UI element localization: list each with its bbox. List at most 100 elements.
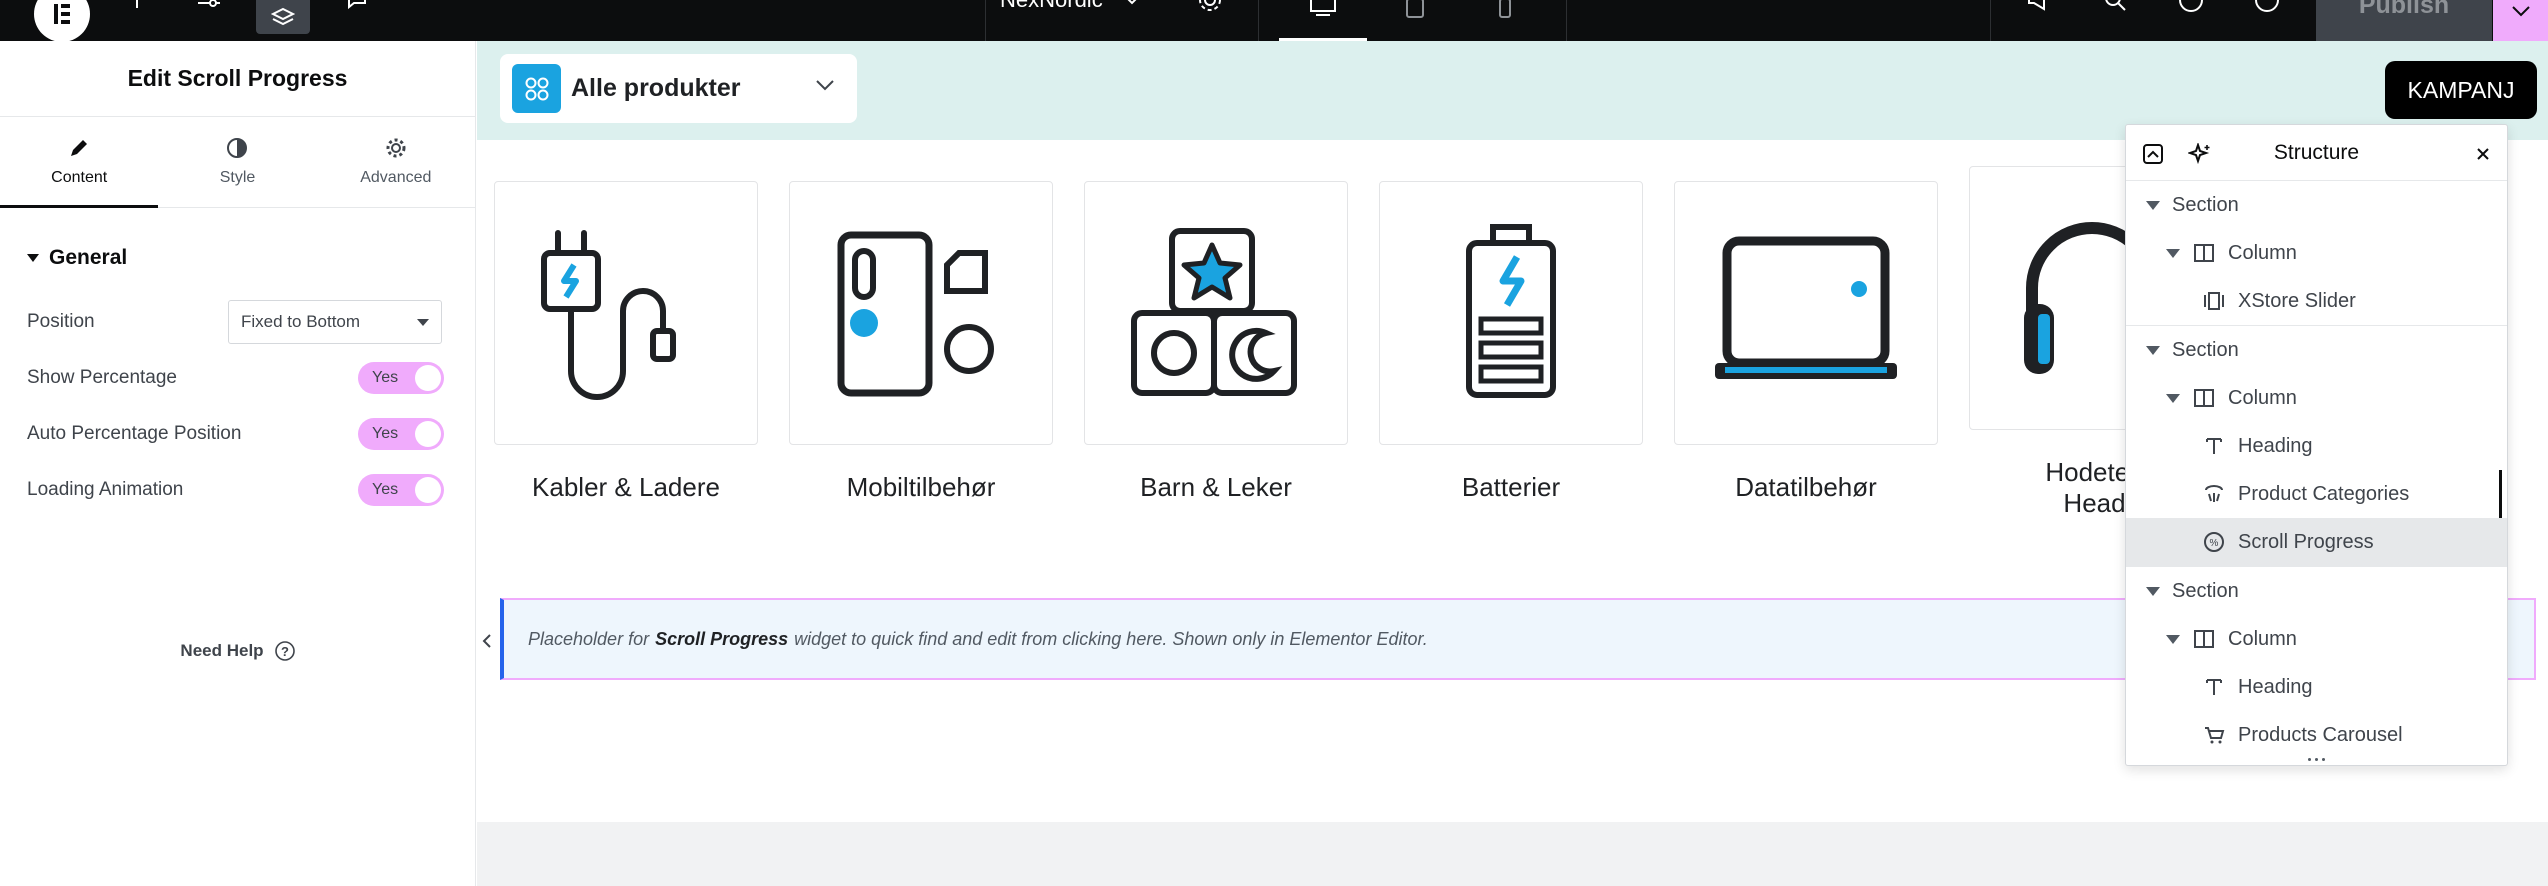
- publish-options-button[interactable]: [2493, 0, 2548, 41]
- toggle-label: Yes: [372, 369, 399, 386]
- history-icon[interactable]: [2250, 0, 2284, 12]
- search-icon[interactable]: [2098, 0, 2132, 11]
- navigator-item-label: Heading: [2238, 434, 2313, 457]
- column-icon: [2192, 386, 2216, 410]
- all-products-dropdown[interactable]: Alle produkter: [500, 54, 857, 123]
- placeholder-widget-name: Scroll Progress: [655, 628, 789, 649]
- grid-menu-icon: [512, 64, 561, 113]
- placeholder-prefix: Placeholder for: [528, 628, 650, 649]
- control-show-percentage: Show Percentage Yes: [0, 350, 475, 406]
- battery-icon: [1466, 224, 1556, 398]
- position-select[interactable]: Fixed to Bottom: [228, 300, 442, 344]
- tab-content[interactable]: Content: [0, 117, 159, 208]
- scrollbar-thumb[interactable]: [2499, 470, 2502, 518]
- loading-animation-label: Loading Animation: [27, 479, 184, 500]
- caret-down-icon: [2166, 634, 2180, 644]
- svg-text:%: %: [2210, 538, 2219, 549]
- category-image: [789, 181, 1053, 445]
- column-icon: [2192, 627, 2216, 651]
- resize-handle-icon[interactable]: [2126, 758, 2507, 761]
- tab-style[interactable]: Style: [158, 117, 316, 207]
- section-general-toggle[interactable]: General: [0, 238, 475, 278]
- topbar-divider: [1990, 0, 1991, 41]
- site-name-label: NexNordic: [1000, 0, 1103, 13]
- navigator-item[interactable]: Column: [2126, 615, 2507, 663]
- add-element-icon[interactable]: [118, 0, 156, 14]
- publish-label: Publish: [2358, 0, 2450, 19]
- need-help-link[interactable]: Need Help ?: [0, 640, 476, 662]
- navigator-item[interactable]: Section: [2126, 326, 2507, 374]
- site-settings-icon[interactable]: [190, 0, 228, 14]
- toggle-label: Yes: [372, 425, 399, 442]
- category-card[interactable]: Mobiltilbehør: [789, 181, 1053, 503]
- heading-icon: [2202, 675, 2226, 699]
- topbar-divider: [985, 0, 986, 41]
- category-card[interactable]: Datatilbehør: [1674, 181, 1938, 503]
- scroll-progress-icon: %: [2202, 530, 2226, 554]
- navigator-item[interactable]: Column: [2126, 229, 2507, 277]
- show-percentage-label: Show Percentage: [27, 367, 177, 388]
- category-card[interactable]: Kabler & Ladere: [494, 181, 758, 503]
- footer-band: [477, 822, 2548, 886]
- collapse-panel-button[interactable]: [477, 621, 497, 661]
- need-help-label: Need Help: [180, 641, 264, 660]
- tab-advanced[interactable]: Advanced: [317, 117, 475, 207]
- select-caret-icon: [417, 319, 429, 326]
- tab-content-label: Content: [51, 169, 108, 186]
- structure-navigator: Structure Section Column XStore Slider S…: [2125, 124, 2508, 766]
- gear-icon: [386, 138, 406, 158]
- navigator-item-label: Column: [2228, 241, 2297, 264]
- desktop-view-icon[interactable]: [1279, 0, 1367, 41]
- structure-header: Structure: [2126, 125, 2507, 181]
- section-title: General: [49, 246, 128, 269]
- page-settings-gear-icon[interactable]: [1192, 0, 1228, 11]
- loading-animation-toggle[interactable]: Yes: [358, 474, 444, 506]
- widget-settings-panel: Edit Scroll Progress Content Style Advan…: [0, 41, 476, 886]
- toggle-knob: [415, 421, 441, 447]
- navigator-item[interactable]: Section: [2126, 181, 2507, 229]
- navigator-item[interactable]: Column: [2126, 374, 2507, 422]
- structure-layers-icon[interactable]: [256, 0, 310, 34]
- tab-style-label: Style: [219, 169, 256, 186]
- close-icon[interactable]: [2475, 146, 2491, 162]
- category-label: Batterier: [1461, 472, 1561, 502]
- auto-percentage-toggle[interactable]: Yes: [358, 418, 444, 450]
- help-icon[interactable]: [2174, 0, 2208, 12]
- navigator-item-active[interactable]: % Scroll Progress: [2126, 518, 2507, 566]
- slider-icon: [2202, 289, 2226, 313]
- elementor-logo-icon[interactable]: [34, 0, 90, 42]
- topbar-divider: [1566, 0, 1567, 41]
- show-percentage-toggle[interactable]: Yes: [358, 362, 444, 394]
- category-card[interactable]: Barn & Leker: [1084, 181, 1348, 503]
- chevron-left-icon: [482, 634, 491, 648]
- toy-blocks-icon: [1131, 228, 1297, 396]
- product-categories-icon: [2202, 482, 2226, 506]
- caret-down-icon: [2146, 345, 2160, 355]
- navigator-item-label: Section: [2172, 338, 2239, 361]
- contrast-icon: [227, 138, 248, 158]
- comments-icon[interactable]: [338, 0, 376, 14]
- topbar-divider: [1258, 0, 1259, 41]
- navigator-item[interactable]: Product Categories: [2126, 470, 2507, 518]
- caret-down-icon: [27, 254, 39, 262]
- dropdown-label: Alle produkter: [571, 74, 741, 102]
- kampanj-button[interactable]: KAMPANJ: [2385, 61, 2537, 119]
- notifications-megaphone-icon[interactable]: [2022, 0, 2056, 11]
- navigator-item[interactable]: Section: [2126, 567, 2507, 615]
- placeholder-suffix: widget to quick find and edit from click…: [794, 628, 1428, 649]
- mobile-view-icon[interactable]: [1485, 0, 1525, 41]
- navigator-item-label: XStore Slider: [2238, 289, 2356, 312]
- navigator-item-label: Heading: [2238, 675, 2313, 698]
- navigator-item-label: Products Carousel: [2238, 723, 2403, 746]
- navigator-item[interactable]: Heading: [2126, 663, 2507, 711]
- tablet-view-icon[interactable]: [1395, 0, 1435, 41]
- category-card[interactable]: Batterier: [1379, 181, 1643, 503]
- category-image: [1084, 181, 1348, 445]
- navigator-item[interactable]: XStore Slider: [2126, 277, 2507, 325]
- control-position: Position Fixed to Bottom: [0, 294, 475, 350]
- site-name[interactable]: NexNordic: [1000, 0, 1141, 13]
- navigator-item[interactable]: Products Carousel: [2126, 711, 2507, 759]
- navigator-item[interactable]: Heading: [2126, 422, 2507, 470]
- publish-button[interactable]: Publish: [2316, 0, 2492, 41]
- navigator-item-label: Column: [2228, 386, 2297, 409]
